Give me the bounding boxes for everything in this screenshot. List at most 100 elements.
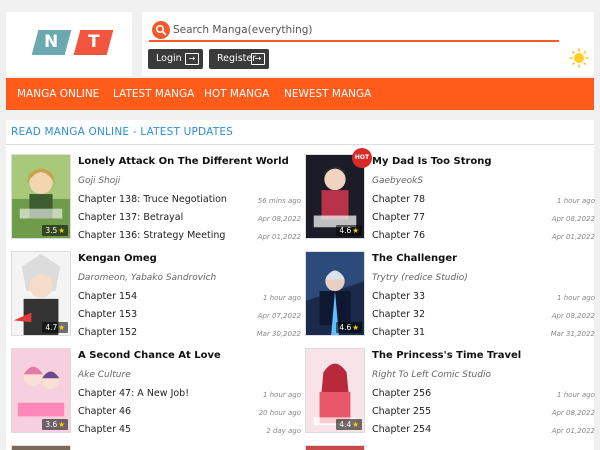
panel-divider [6, 144, 594, 145]
login-button-label: Login [156, 53, 182, 64]
hot-badge: HOT [352, 148, 372, 168]
star-icon: ★ [58, 420, 65, 429]
chapter-link[interactable]: Chapter 77 [372, 212, 425, 223]
search-icon[interactable] [152, 21, 170, 39]
chapter-link[interactable]: Chapter 32 [372, 309, 425, 320]
top-strip [0, 0, 600, 12]
chapter-time: 56 mins ago [257, 197, 301, 205]
login-arrow-icon: → [185, 53, 199, 65]
main-nav: MANGA ONLINE LATEST MANGA HOT MANGA NEWE… [6, 78, 594, 110]
chapter-link[interactable]: Chapter 254 [372, 424, 431, 435]
logo-letter-t-text: T [87, 32, 100, 52]
site-header: N T Login → Register → [6, 12, 594, 78]
chapter-link[interactable]: Chapter 78 [372, 194, 425, 205]
chapter-link[interactable]: Chapter 255 [372, 406, 431, 417]
nav-latest-manga[interactable]: LATEST MANGA [113, 78, 194, 110]
chapter-time: 1 hour ago [263, 391, 301, 399]
nav-hot-manga[interactable]: HOT MANGA [204, 78, 269, 110]
register-button[interactable]: Register → [209, 49, 269, 69]
chapter-time: 1 hour ago [557, 197, 595, 205]
chapter-link[interactable]: Chapter 256 [372, 388, 431, 399]
manga-cover[interactable]: 4.4★ [305, 348, 365, 433]
rating-badge: 3.6★ [42, 419, 68, 430]
manga-cover[interactable]: 4.6★ [305, 251, 365, 336]
rating-value: 4.6 [339, 226, 352, 235]
nav-newest-manga[interactable]: NEWEST MANGA [284, 78, 371, 110]
manga-cover-partial[interactable] [305, 445, 365, 450]
chapter-link[interactable]: Chapter 46 [78, 406, 131, 417]
chapter-link[interactable]: Chapter 31 [372, 327, 425, 338]
manga-cover[interactable]: 3.5★ [11, 154, 71, 239]
star-icon: ★ [352, 323, 359, 332]
rating-badge: 4.4★ [336, 419, 362, 430]
chapter-time: Apr 08,2022 [551, 409, 595, 417]
rating-value: 4.4 [339, 420, 352, 429]
manga-author[interactable]: Goji Shoji [78, 176, 120, 186]
manga-title[interactable]: A Second Chance At Love [78, 350, 221, 361]
register-arrow-icon: → [251, 53, 265, 65]
chapter-link[interactable]: Chapter 152 [78, 327, 137, 338]
rating-value: 4.6 [339, 323, 352, 332]
chapter-link[interactable]: Chapter 76 [372, 230, 425, 241]
manga-item: 4.4★ The Princess's Time Travel Right To… [305, 348, 595, 438]
chapter-time: Apr 01,2022 [257, 233, 301, 241]
manga-cover[interactable]: 4.7★ [11, 251, 71, 336]
nav-manga-online[interactable]: MANGA ONLINE [17, 78, 99, 110]
chapter-time: Mar 31,2022 [550, 330, 595, 338]
panel-title[interactable]: READ MANGA ONLINE - LATEST UPDATES [11, 126, 233, 138]
manga-item: 4.6★ HOT My Dad Is Too Strong GaebyeokS … [305, 148, 595, 244]
chapter-time: 20 hour ago [258, 409, 301, 417]
manga-cover[interactable]: 4.6★ [305, 154, 365, 239]
rating-value: 3.5 [45, 226, 58, 235]
manga-author[interactable]: Trytry (redice Studio) [372, 273, 468, 283]
chapter-time: 1 hour ago [557, 391, 595, 399]
chapter-time: 1 hour ago [263, 294, 301, 302]
manga-author[interactable]: Right To Left Comic Studio [372, 370, 491, 380]
rating-badge: 4.6★ [336, 322, 362, 333]
chapter-time: Apr 01,2022 [551, 427, 595, 435]
star-icon: ★ [352, 226, 359, 235]
logo-letter-n: N [31, 30, 72, 55]
logo-letter-n-text: N [44, 32, 59, 52]
login-button[interactable]: Login → [148, 49, 203, 69]
chapter-link[interactable]: Chapter 138: Truce Negotiation [78, 194, 227, 205]
manga-cover[interactable]: 3.6★ [11, 348, 71, 433]
manga-item: 4.6★ The Challenger Trytry (redice Studi… [305, 251, 595, 341]
chapter-time: 2 day ago [266, 427, 301, 435]
site-logo[interactable]: N T [6, 12, 132, 76]
star-icon: ★ [58, 226, 65, 235]
manga-item: 3.6★ A Second Chance At Love Ake Culture… [11, 348, 301, 438]
search-input[interactable] [173, 21, 553, 39]
manga-item: 3.5★ Lonely Attack On The Different Worl… [11, 154, 301, 244]
manga-title[interactable]: Lonely Attack On The Different World [78, 156, 289, 167]
manga-title[interactable]: The Challenger [372, 253, 457, 264]
manga-title[interactable]: Kengan Omeg [78, 253, 157, 264]
search-bar [149, 20, 559, 42]
chapter-link[interactable]: Chapter 153 [78, 309, 137, 320]
latest-updates-panel: READ MANGA ONLINE - LATEST UPDATES 3.5★ … [6, 120, 595, 450]
chapter-link[interactable]: Chapter 136: Strategy Meeting [78, 230, 225, 241]
chapter-link[interactable]: Chapter 154 [78, 291, 137, 302]
search-area: Login → Register → [142, 12, 594, 76]
chapter-link[interactable]: Chapter 137: Betrayal [78, 212, 183, 223]
chapter-time: Apr 07,2022 [257, 312, 301, 320]
manga-title[interactable]: My Dad Is Too Strong [372, 156, 492, 167]
sun-icon[interactable] [569, 48, 589, 68]
chapter-time: 1 hour ago [557, 294, 595, 302]
chapter-link[interactable]: Chapter 47: A New Job! [78, 388, 189, 399]
chapter-time: Apr 08,2022 [551, 215, 595, 223]
star-icon: ★ [352, 420, 359, 429]
rating-badge: 3.5★ [42, 225, 68, 236]
manga-author[interactable]: Ake Culture [78, 370, 131, 380]
chapter-link[interactable]: Chapter 45 [78, 424, 131, 435]
chapter-time: Apr 08,2022 [551, 312, 595, 320]
manga-cover-partial[interactable] [11, 445, 71, 450]
manga-title[interactable]: The Princess's Time Travel [372, 350, 521, 361]
manga-author[interactable]: Daromeon, Yabako Sandrovich [78, 273, 216, 283]
chapter-link[interactable]: Chapter 33 [372, 291, 425, 302]
chapter-time: Mar 30,2022 [256, 330, 301, 338]
rating-value: 3.6 [45, 420, 58, 429]
chapter-time: Apr 01,2022 [551, 233, 595, 241]
manga-author[interactable]: GaebyeokS [372, 176, 423, 186]
rating-badge: 4.6★ [336, 225, 362, 236]
